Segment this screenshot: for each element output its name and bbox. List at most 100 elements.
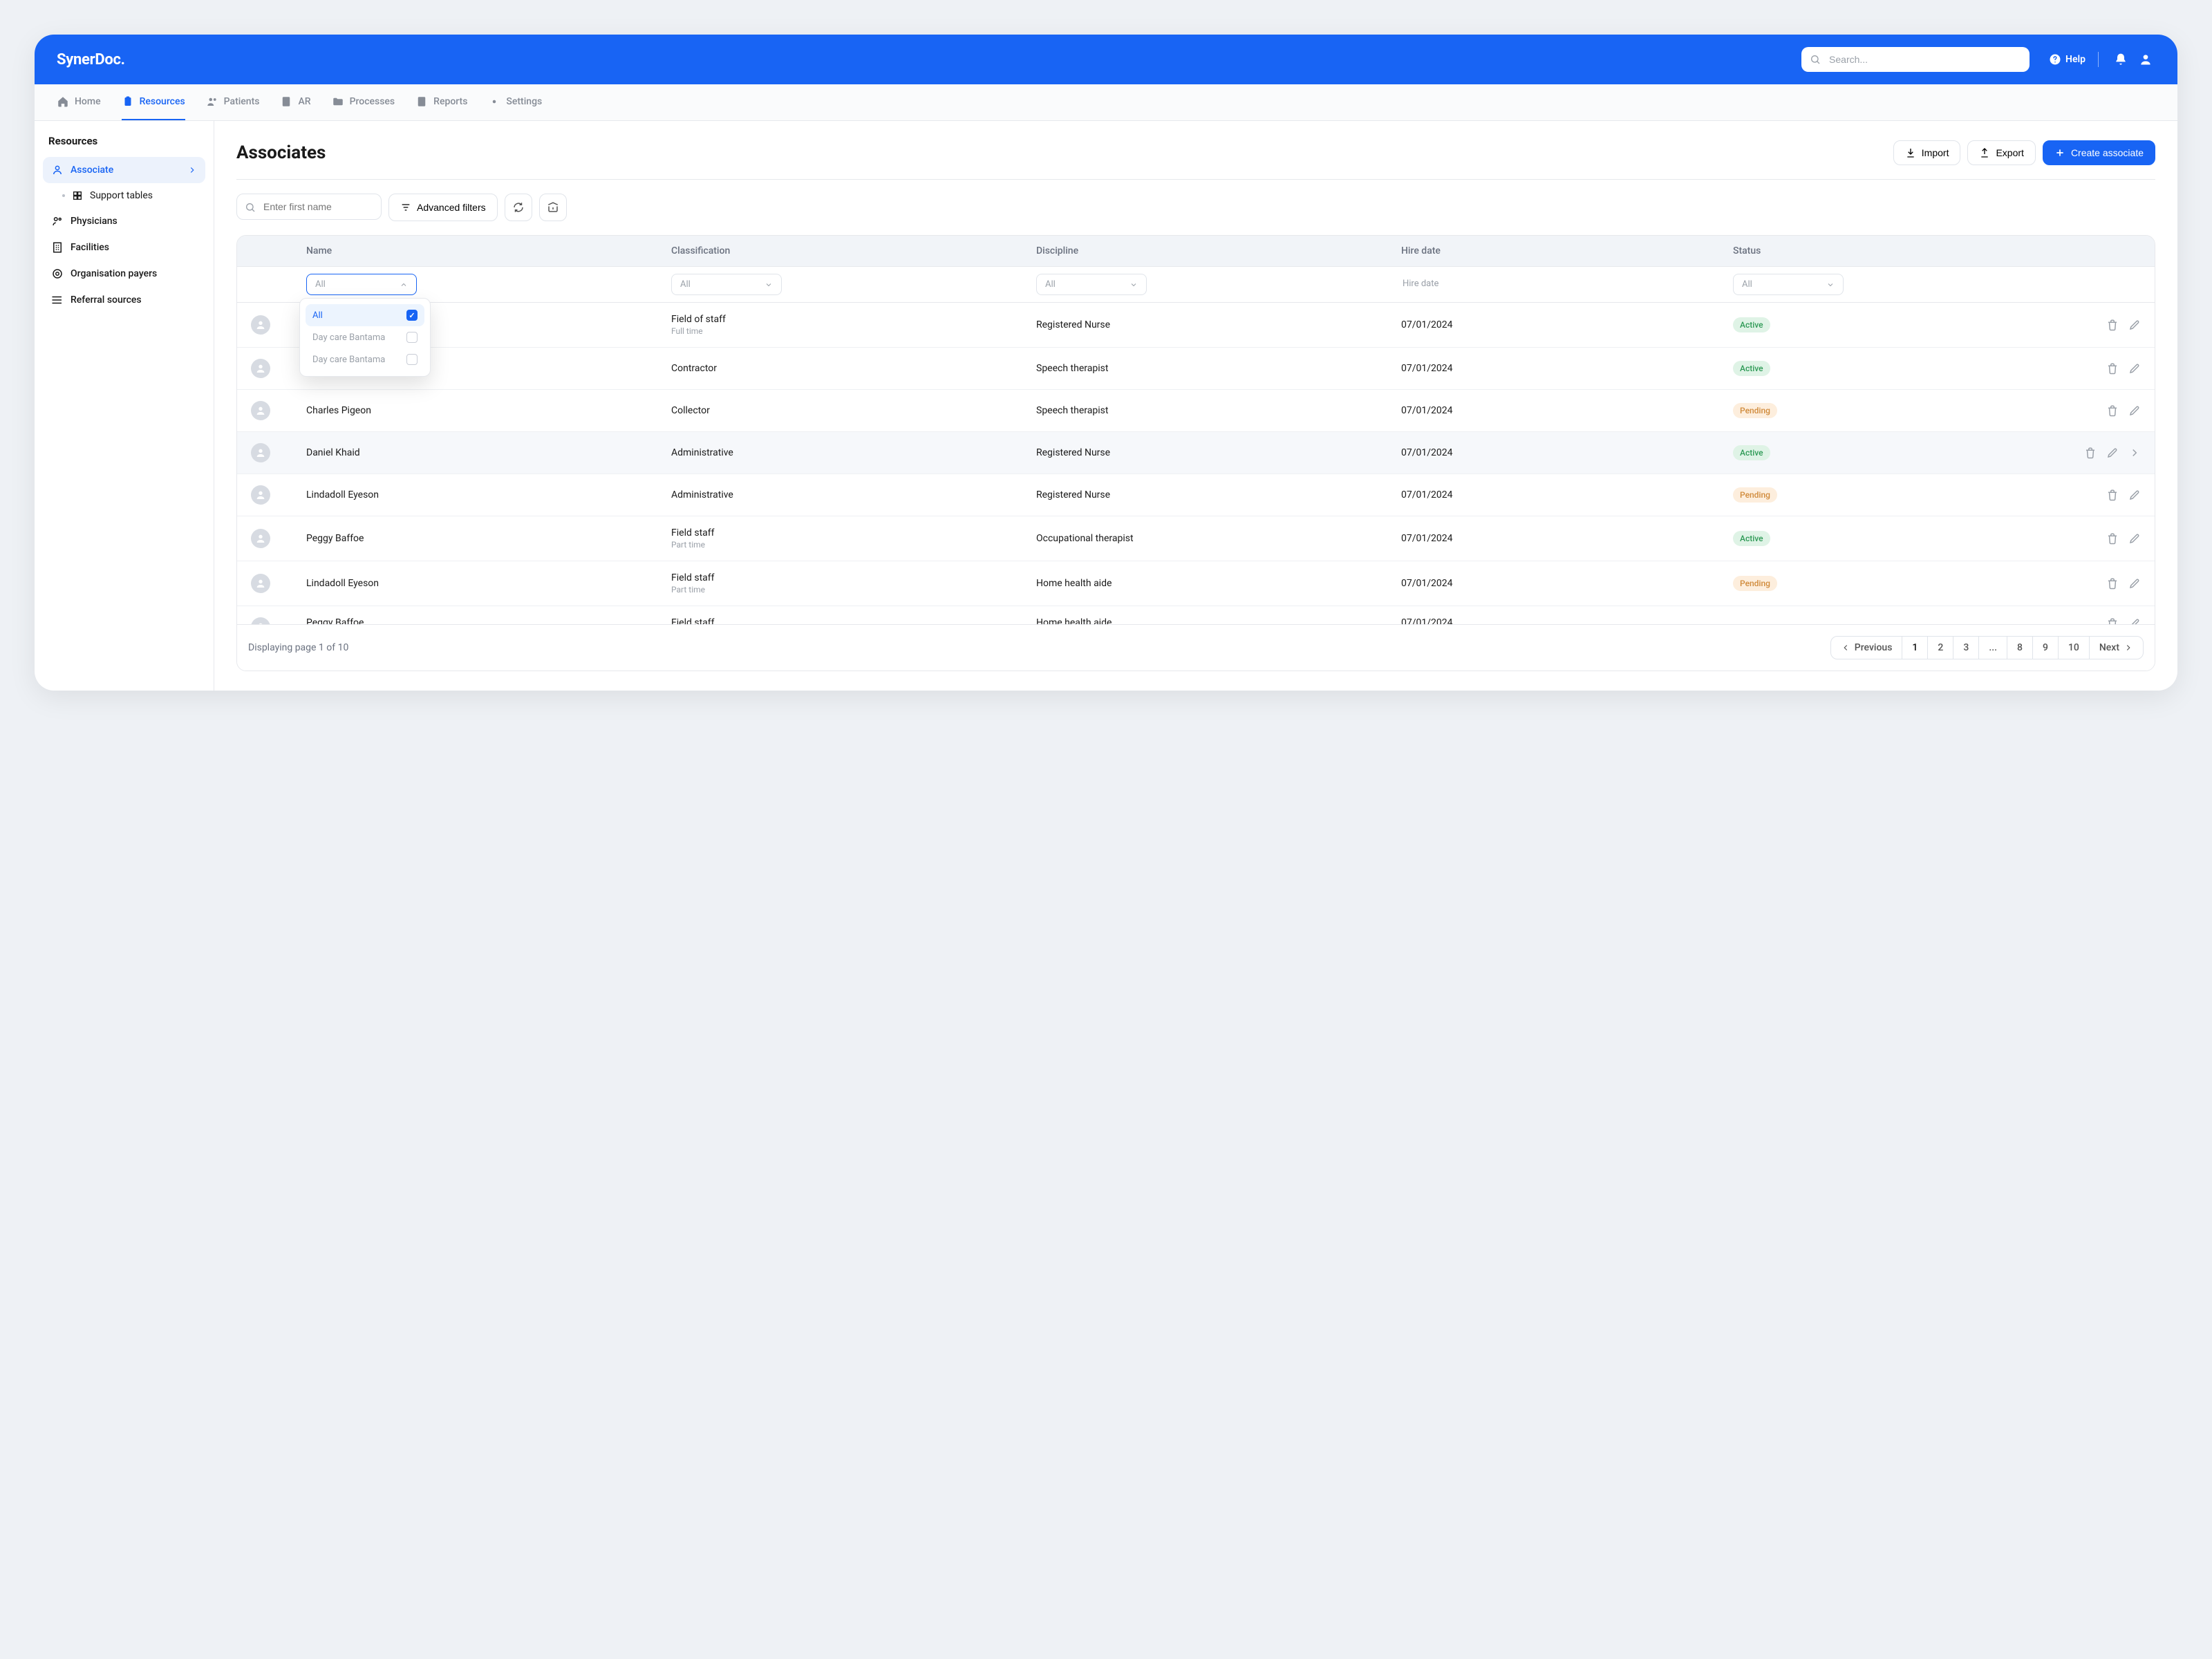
nav-reports[interactable]: Reports xyxy=(415,84,467,120)
edit-icon[interactable] xyxy=(2128,404,2141,417)
advanced-filters-button[interactable]: Advanced filters xyxy=(388,194,498,221)
delete-icon[interactable] xyxy=(2106,404,2119,417)
status-badge: Pending xyxy=(1733,487,1777,503)
nav-processes[interactable]: Processes xyxy=(332,84,395,120)
nav-settings[interactable]: Settings xyxy=(488,84,542,120)
table-row[interactable]: Peggy BaffoeField staffHome health aide0… xyxy=(237,606,2155,624)
cell-discipline: Registered Nurse xyxy=(1036,447,1401,458)
avatar xyxy=(251,574,270,593)
page-10[interactable]: 10 xyxy=(2059,637,2090,659)
sidebar-item-physicians[interactable]: Physicians xyxy=(43,208,205,234)
report-icon xyxy=(415,95,428,108)
sidebar-item-associate[interactable]: Associate xyxy=(43,157,205,183)
chevron-right-icon[interactable] xyxy=(2128,447,2141,459)
topbar: SynerDoc. Help xyxy=(35,35,2177,84)
refresh-button[interactable] xyxy=(505,194,532,221)
page-9[interactable]: 9 xyxy=(2033,637,2059,659)
import-button[interactable]: Import xyxy=(1893,140,1961,165)
next-button[interactable]: Next xyxy=(2090,637,2143,659)
col-classification: Classification xyxy=(671,245,1036,256)
row-actions xyxy=(2065,577,2141,590)
edit-icon[interactable] xyxy=(2106,447,2119,459)
search-icon xyxy=(245,202,256,213)
row-actions xyxy=(2065,319,2141,331)
cell-classification: Administrative xyxy=(671,447,1036,458)
table-row[interactable]: ContractorSpeech therapist07/01/2024Acti… xyxy=(237,348,2155,390)
page-1[interactable]: 1 xyxy=(1902,637,1928,659)
cell-discipline: Registered Nurse xyxy=(1036,319,1401,330)
delete-icon[interactable] xyxy=(2106,577,2119,590)
export-icon xyxy=(1979,147,1990,158)
edit-icon[interactable] xyxy=(2128,577,2141,590)
prev-button[interactable]: Previous xyxy=(1831,637,1903,659)
table-row[interactable]: Lindadoll EyesonField staffPart timeHome… xyxy=(237,561,2155,606)
archive-button[interactable] xyxy=(539,194,567,221)
avatar xyxy=(251,315,270,335)
dropdown-option[interactable]: Day care Bantama xyxy=(306,326,424,348)
edit-icon[interactable] xyxy=(2128,532,2141,545)
sidebar-item-facilities[interactable]: Facilities xyxy=(43,234,205,261)
page-2[interactable]: 2 xyxy=(1928,637,1953,659)
dropdown-option[interactable]: All xyxy=(306,304,424,326)
table-row[interactable]: Daniel KhaidAdministrativeRegistered Nur… xyxy=(237,432,2155,474)
cell-classification: Field of staffFull time xyxy=(671,314,1036,336)
cell-discipline: Speech therapist xyxy=(1036,405,1401,416)
cell-discipline: Speech therapist xyxy=(1036,363,1401,374)
export-button[interactable]: Export xyxy=(1967,140,2035,165)
avatar xyxy=(251,529,270,548)
col-name: Name xyxy=(306,245,671,256)
rows-icon xyxy=(51,294,64,306)
filter-classification-select[interactable]: All xyxy=(671,274,782,295)
page-3[interactable]: 3 xyxy=(1953,637,1979,659)
help-button[interactable]: Help xyxy=(2049,53,2086,66)
dropdown-option[interactable]: Day care Bantama xyxy=(306,348,424,371)
nav-home[interactable]: Home xyxy=(57,84,101,120)
delete-icon[interactable] xyxy=(2106,362,2119,375)
nav-ar[interactable]: AR xyxy=(280,84,310,120)
search-input[interactable] xyxy=(1801,47,2030,72)
nav-resources[interactable]: Resources xyxy=(122,84,185,120)
status-badge: Pending xyxy=(1733,403,1777,418)
nav-patients[interactable]: Patients xyxy=(206,84,260,120)
sidebar-item-support-tables[interactable]: Support tables xyxy=(43,183,205,208)
checkbox xyxy=(406,354,418,365)
table-row[interactable]: Field of staffFull timeRegistered Nurse0… xyxy=(237,303,2155,348)
delete-icon[interactable] xyxy=(2106,489,2119,501)
import-icon xyxy=(1905,147,1916,158)
delete-icon[interactable] xyxy=(2106,319,2119,331)
notifications-button[interactable] xyxy=(2111,50,2130,69)
edit-icon[interactable] xyxy=(2128,617,2141,624)
delete-icon[interactable] xyxy=(2084,447,2097,459)
cell-name: Charles Pigeon xyxy=(306,405,671,416)
sidebar-item-organisation-payers[interactable]: Organisation payers xyxy=(43,261,205,287)
table-row[interactable]: Charles PigeonCollectorSpeech therapist0… xyxy=(237,390,2155,432)
edit-icon[interactable] xyxy=(2128,319,2141,331)
filter-discipline-select[interactable]: All xyxy=(1036,274,1147,295)
table-row[interactable]: Lindadoll EyesonAdministrativeRegistered… xyxy=(237,474,2155,516)
filter-icon xyxy=(400,202,411,213)
grid-icon xyxy=(72,190,83,201)
delete-icon[interactable] xyxy=(2106,532,2119,545)
edit-icon[interactable] xyxy=(2128,489,2141,501)
filter-status-select[interactable]: All xyxy=(1733,274,1844,295)
table-header: Name Classification Discipline Hire date… xyxy=(237,236,2155,267)
cell-discipline: Occupational therapist xyxy=(1036,533,1401,544)
sidebar: Resources AssociateSupport tablesPhysici… xyxy=(35,121,214,691)
avatar xyxy=(251,359,270,378)
filter-hiredate[interactable]: Hire date xyxy=(1401,274,1733,294)
create-associate-button[interactable]: Create associate xyxy=(2043,140,2155,165)
avatar xyxy=(251,401,270,420)
edit-icon[interactable] xyxy=(2128,362,2141,375)
delete-icon[interactable] xyxy=(2106,617,2119,624)
table-row[interactable]: Peggy BaffoeField staffPart timeOccupati… xyxy=(237,516,2155,561)
filter-row: Advanced filters xyxy=(236,180,2155,235)
page-8[interactable]: 8 xyxy=(2007,637,2033,659)
filter-name-select[interactable]: All xyxy=(306,274,417,295)
navbar: Home Resources Patients AR Processes Reports S… xyxy=(35,84,2177,121)
page-...: ... xyxy=(1979,637,2007,659)
cell-classification: Contractor xyxy=(671,363,1036,374)
sidebar-item-referral-sources[interactable]: Referral sources xyxy=(43,287,205,313)
cell-name: Peggy Baffoe xyxy=(306,617,671,624)
profile-button[interactable] xyxy=(2136,50,2155,69)
name-filter-input[interactable] xyxy=(236,194,382,220)
